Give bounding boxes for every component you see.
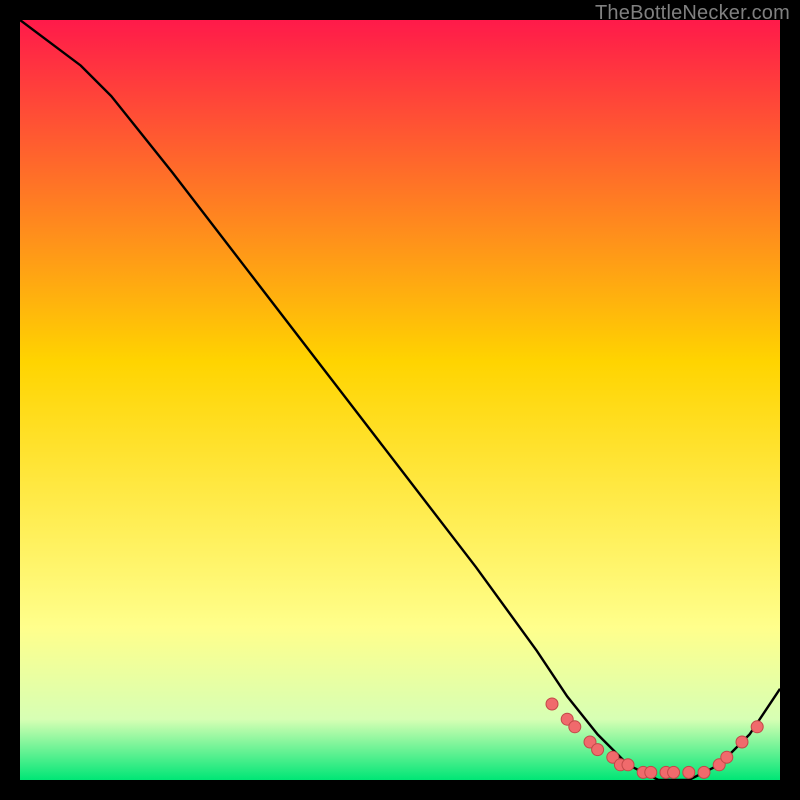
- marker-dot: [622, 759, 634, 771]
- chart-stage: TheBottleNecker.com: [0, 0, 800, 800]
- marker-dot: [751, 721, 763, 733]
- marker-dot: [668, 766, 680, 778]
- marker-dot: [569, 721, 581, 733]
- marker-dot: [645, 766, 657, 778]
- marker-dot: [592, 744, 604, 756]
- plot-area: [20, 20, 780, 780]
- marker-dot: [683, 766, 695, 778]
- marker-dot: [546, 698, 558, 710]
- marker-dot: [698, 766, 710, 778]
- plot-overlay: [20, 20, 780, 780]
- marker-dot: [736, 736, 748, 748]
- attribution-text: TheBottleNecker.com: [595, 2, 790, 25]
- marker-dot: [721, 751, 733, 763]
- bottleneck-curve: [20, 20, 780, 780]
